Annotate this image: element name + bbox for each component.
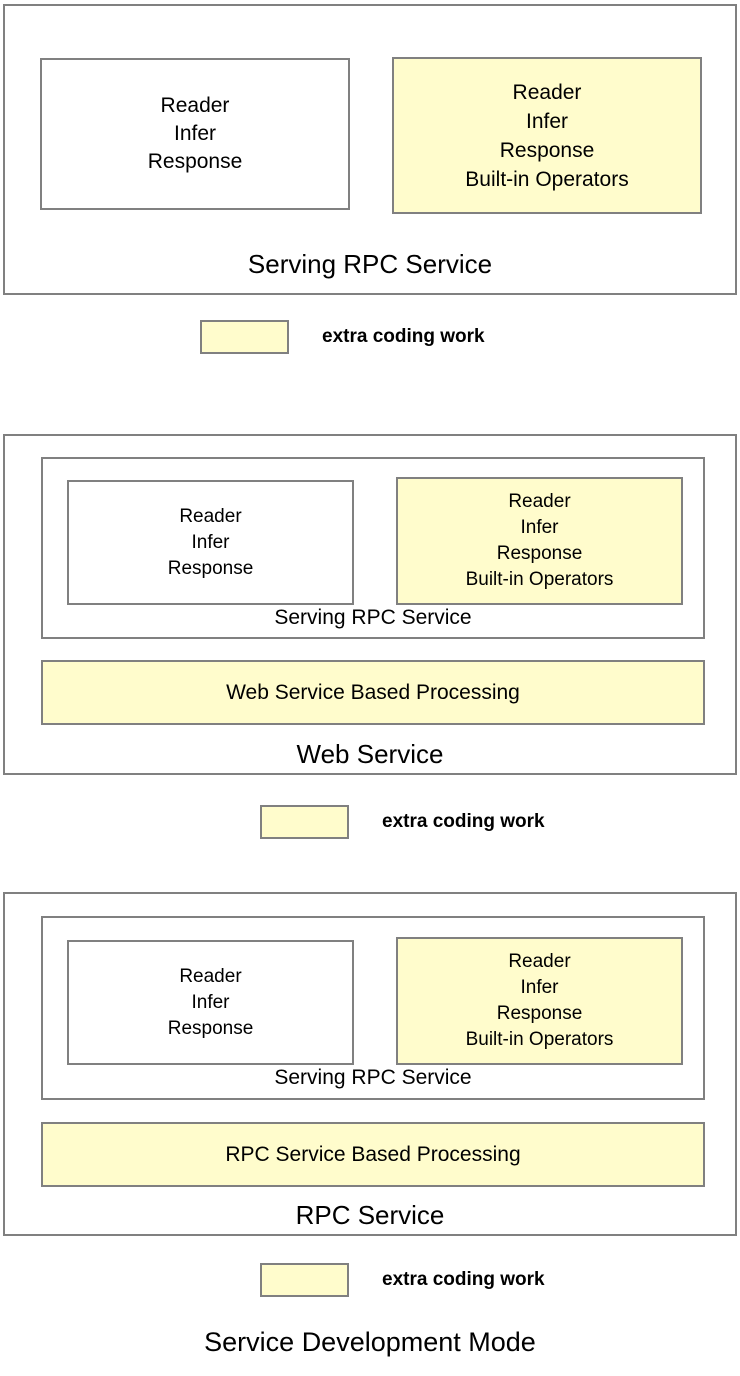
component-line: Built-in Operators <box>465 569 614 590</box>
legend-label: extra coding work <box>382 811 545 832</box>
component-line: Response <box>496 1003 583 1024</box>
processing-bar-web-service: Web Service Based Processing <box>41 660 705 725</box>
component-line: Response <box>167 1017 254 1039</box>
processing-bar-rpc-service: RPC Service Based Processing <box>41 1122 705 1187</box>
inner-panel-serving-rpc-service: Reader Infer Response Reader Infer Respo… <box>41 457 705 639</box>
component-box-highlighted: Reader Infer Response Built-in Operators <box>392 57 702 214</box>
panel-serving-rpc-service: Reader Infer Response Reader Infer Respo… <box>3 4 737 295</box>
component-line: Response <box>499 138 595 162</box>
component-box-highlighted: Reader Infer Response Built-in Operators <box>396 937 683 1065</box>
legend-label: extra coding work <box>322 326 485 347</box>
component-line: Response <box>147 150 243 173</box>
component-line: Reader <box>179 965 242 987</box>
component-line: Infer <box>525 109 569 133</box>
component-box-plain: Reader Infer Response <box>67 940 354 1065</box>
panel-label-rpc-service: RPC Service <box>295 1200 445 1230</box>
inner-panel-label-serving-rpc-service: Serving RPC Service <box>274 606 472 629</box>
panel-label-web-service: Web Service <box>296 739 444 769</box>
panel-web-service: Reader Infer Response Reader Infer Respo… <box>3 434 737 775</box>
component-line: Built-in Operators <box>465 1029 614 1050</box>
component-line: Response <box>167 557 254 579</box>
component-line: Infer <box>191 531 230 553</box>
inner-panel-label-serving-rpc-service: Serving RPC Service <box>274 1066 472 1089</box>
component-line: Reader <box>179 505 242 527</box>
component-box-highlighted: Reader Infer Response Built-in Operators <box>396 477 683 605</box>
panel-label-serving-rpc-service: Serving RPC Service <box>247 249 493 279</box>
component-line: Infer <box>173 122 217 145</box>
component-line: Infer <box>520 977 559 998</box>
component-line: Reader <box>512 80 582 104</box>
panel-rpc-service: Reader Infer Response Reader Infer Respo… <box>3 892 737 1236</box>
legend-label: extra coding work <box>382 1269 545 1290</box>
component-line: Reader <box>508 491 571 512</box>
legend-swatch <box>260 1263 349 1297</box>
figure-title: Service Development Mode <box>204 1327 536 1357</box>
component-box-plain: Reader Infer Response <box>40 58 350 210</box>
component-line: Response <box>496 543 583 564</box>
component-line: Reader <box>160 94 230 117</box>
component-line: Reader <box>508 951 571 972</box>
component-line: Infer <box>191 991 230 1013</box>
component-line: Built-in Operators <box>465 167 629 191</box>
legend-swatch <box>200 320 289 354</box>
inner-panel-serving-rpc-service: Reader Infer Response Reader Infer Respo… <box>41 916 705 1100</box>
legend-swatch <box>260 805 349 839</box>
component-line: Infer <box>520 517 559 538</box>
component-box-plain: Reader Infer Response <box>67 480 354 605</box>
